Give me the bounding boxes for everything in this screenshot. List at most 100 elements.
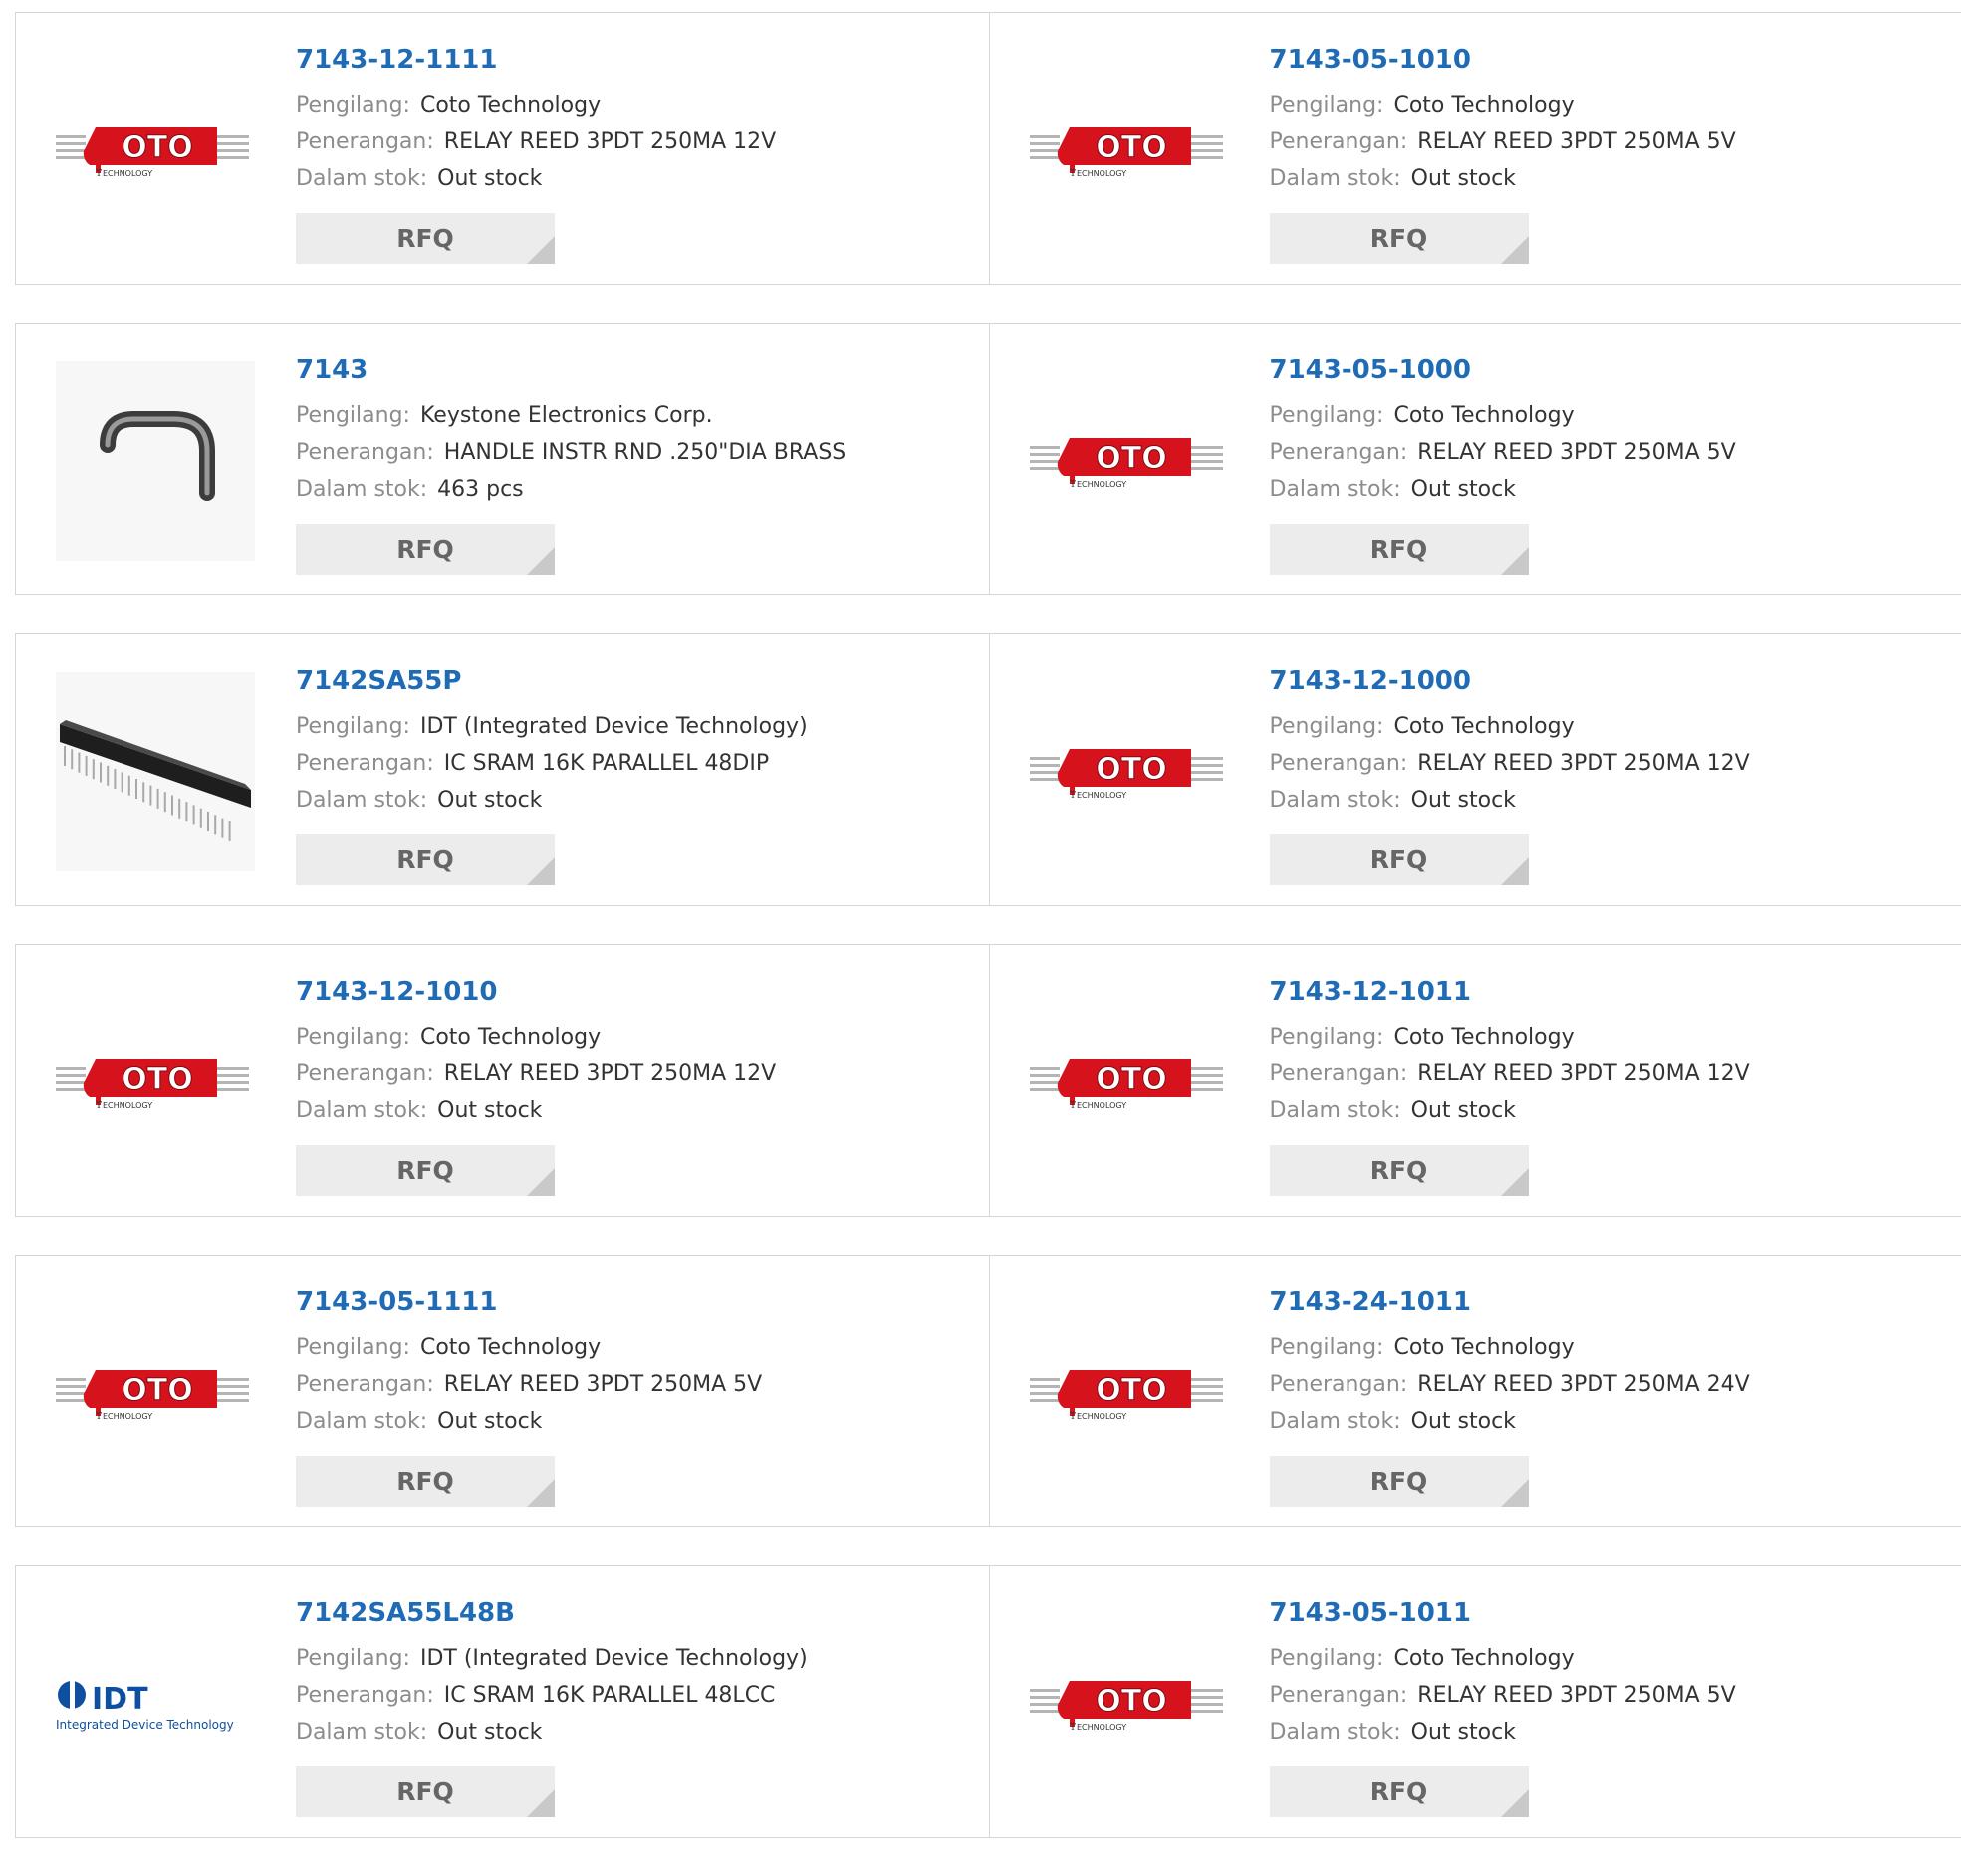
stock-value: Out stock (437, 166, 542, 191)
svg-text:T: T (1070, 791, 1076, 801)
coto-technology-logo: OTOTECHNOLOGY (1030, 737, 1229, 807)
manufacturer-value: Coto Technology (1393, 93, 1574, 117)
product-card: OTOTECHNOLOGY 7143-05-1000 Pengilang:Coto … (989, 324, 1961, 594)
stock-line: Dalam stok:Out stock (1270, 471, 1736, 508)
product-image[interactable]: IDTIntegrated Device Technology (56, 1604, 255, 1803)
rfq-button-label: RFQ (296, 834, 555, 885)
rfq-button[interactable]: RFQ (1270, 524, 1529, 575)
rfq-button[interactable]: RFQ (1270, 213, 1529, 264)
coto-technology-logo: OTOTECHNOLOGY (1030, 1048, 1229, 1117)
manufacturer-label: Pengilang: (1270, 403, 1384, 428)
product-info: 7143-24-1011Pengilang:Coto TechnologyPen… (1270, 1288, 1750, 1440)
stock-value: Out stock (437, 788, 542, 813)
description-value: RELAY REED 3PDT 250MA 5V (1417, 1683, 1735, 1708)
corner-triangle-icon (527, 1479, 555, 1507)
coto-technology-logo: OTOTECHNOLOGY (1030, 1358, 1229, 1428)
product-image[interactable]: OTOTECHNOLOGY (56, 983, 255, 1182)
stock-label: Dalam stok: (1270, 1098, 1401, 1123)
part-number-link[interactable]: 7143-24-1011 (1270, 1288, 1750, 1317)
stock-value: Out stock (1411, 166, 1516, 191)
manufacturer-value: Coto Technology (1393, 1646, 1574, 1671)
coto-technology-logo: OTOTECHNOLOGY (56, 116, 255, 185)
part-number-link[interactable]: 7143-12-1111 (296, 45, 776, 75)
svg-text:OTO: OTO (1096, 1062, 1166, 1097)
product-image[interactable]: OTOTECHNOLOGY (1030, 672, 1229, 871)
part-number-link[interactable]: 7143-05-1000 (1270, 355, 1736, 385)
svg-text:OTO: OTO (1096, 441, 1166, 476)
stock-value: Out stock (437, 1720, 542, 1745)
stock-line: Dalam stok:Out stock (1270, 782, 1750, 819)
rfq-button[interactable]: RFQ (296, 213, 555, 264)
part-number-link[interactable]: 7143-05-1010 (1270, 45, 1736, 75)
product-image[interactable]: OTOTECHNOLOGY (1030, 51, 1229, 250)
part-number-link[interactable]: 7143-12-1011 (1270, 977, 1750, 1007)
manufacturer-line: Pengilang:Coto Technology (1270, 397, 1736, 434)
product-info: 7143Pengilang:Keystone Electronics Corp.… (296, 355, 846, 508)
description-line: Penerangan:IC SRAM 16K PARALLEL 48LCC (296, 1677, 808, 1714)
rfq-button[interactable]: RFQ (1270, 1766, 1529, 1817)
product-grid: OTOTECHNOLOGY7143-12-1111Pengilang:Coto … (15, 12, 1961, 1876)
product-image[interactable]: OTOTECHNOLOGY (1030, 983, 1229, 1182)
part-number-link[interactable]: 7143-12-1000 (1270, 666, 1750, 696)
stock-line: Dalam stok:Out stock (1270, 1092, 1750, 1129)
product-info: 7143-05-1010Pengilang:Coto TechnologyPen… (1270, 45, 1736, 197)
product-image[interactable]: OTOTECHNOLOGY (1030, 361, 1229, 561)
manufacturer-line: Pengilang:Coto Technology (1270, 1640, 1736, 1677)
svg-text:T: T (1070, 169, 1076, 179)
coto-technology-logo: OTOTECHNOLOGY (1030, 426, 1229, 496)
part-number-link[interactable]: 7143-12-1010 (296, 977, 776, 1007)
rfq-button[interactable]: RFQ (296, 524, 555, 575)
rfq-button[interactable]: RFQ (296, 1145, 555, 1196)
stock-line: Dalam stok: Out stock (296, 782, 808, 819)
rfq-button-label: RFQ (296, 1456, 555, 1507)
part-number-link[interactable]: 7142SA55L48B (296, 1598, 808, 1628)
corner-triangle-icon (1501, 1168, 1529, 1196)
part-number-link[interactable]: 7142SA55P (296, 666, 808, 696)
description-line: Penerangan:IC SRAM 16K PARALLEL 48DIP (296, 745, 808, 782)
product-info: 7143-12-1000Pengilang:Coto TechnologyPen… (1270, 666, 1750, 819)
svg-text:IDT: IDT (92, 1682, 148, 1717)
rfq-button[interactable]: RFQ (296, 1766, 555, 1817)
product-image[interactable] (56, 672, 255, 871)
product-row: OTOTECHNOLOGY 7143-05-1111 Pengilang:Coto … (15, 1255, 1961, 1527)
description-line: Penerangan:RELAY REED 3PDT 250MA 5V (296, 1366, 762, 1403)
stock-label: Dalam stok: (296, 788, 427, 813)
manufacturer-label: Pengilang: (296, 1335, 410, 1360)
stock-label: Dalam stok: (1270, 1409, 1401, 1434)
rfq-button[interactable]: RFQ (1270, 1145, 1529, 1196)
rfq-button[interactable]: RFQ (1270, 1456, 1529, 1507)
part-number-link[interactable]: 7143 (296, 355, 846, 385)
description-value: IC SRAM 16K PARALLEL 48LCC (444, 1683, 776, 1708)
svg-text:OTO: OTO (1096, 130, 1166, 165)
description-label: Penerangan: (1270, 1683, 1408, 1708)
manufacturer-line: Pengilang:Coto Technology (296, 1329, 762, 1366)
product-image[interactable] (56, 361, 255, 561)
description-value: RELAY REED 3PDT 250MA 5V (1417, 129, 1735, 154)
product-image[interactable]: OTOTECHNOLOGY (1030, 1604, 1229, 1803)
manufacturer-line: Pengilang:Coto Technology (1270, 1019, 1750, 1055)
corner-triangle-icon (527, 857, 555, 885)
manufacturer-line: Pengilang:Coto Technology (1270, 1329, 1750, 1366)
rfq-button[interactable]: RFQ (296, 1456, 555, 1507)
corner-triangle-icon (527, 547, 555, 575)
svg-text:OTO: OTO (1096, 752, 1166, 787)
description-label: Penerangan: (296, 129, 434, 154)
product-row: 7142SA55PPengilang:IDT (Integrated Devic… (15, 633, 1961, 906)
svg-text:ECHNOLOGY: ECHNOLOGY (103, 169, 152, 178)
part-number-link[interactable]: 7143-05-1111 (296, 1288, 762, 1317)
rfq-button-label: RFQ (1270, 1145, 1529, 1196)
product-card: OTOTECHNOLOGY7143-05-1010Pengilang:Coto … (989, 13, 1961, 284)
product-image[interactable]: OTOTECHNOLOGY (56, 51, 255, 250)
product-image[interactable]: OTOTECHNOLOGY (56, 1293, 255, 1493)
rfq-button[interactable]: RFQ (1270, 834, 1529, 885)
stock-label: Dalam stok: (296, 1409, 427, 1434)
rfq-button[interactable]: RFQ (296, 834, 555, 885)
manufacturer-label: Pengilang: (296, 714, 410, 739)
stock-line: Dalam stok:Out stock (296, 1714, 808, 1751)
product-image[interactable]: OTOTECHNOLOGY (1030, 1293, 1229, 1493)
svg-text:OTO: OTO (122, 1062, 192, 1097)
stock-line: Dalam stok:Out stock (296, 1403, 762, 1440)
stock-line: Dalam stok:Out stock (1270, 1714, 1736, 1751)
stock-line: Dalam stok:Out stock (296, 160, 776, 197)
part-number-link[interactable]: 7143-05-1011 (1270, 1598, 1736, 1628)
